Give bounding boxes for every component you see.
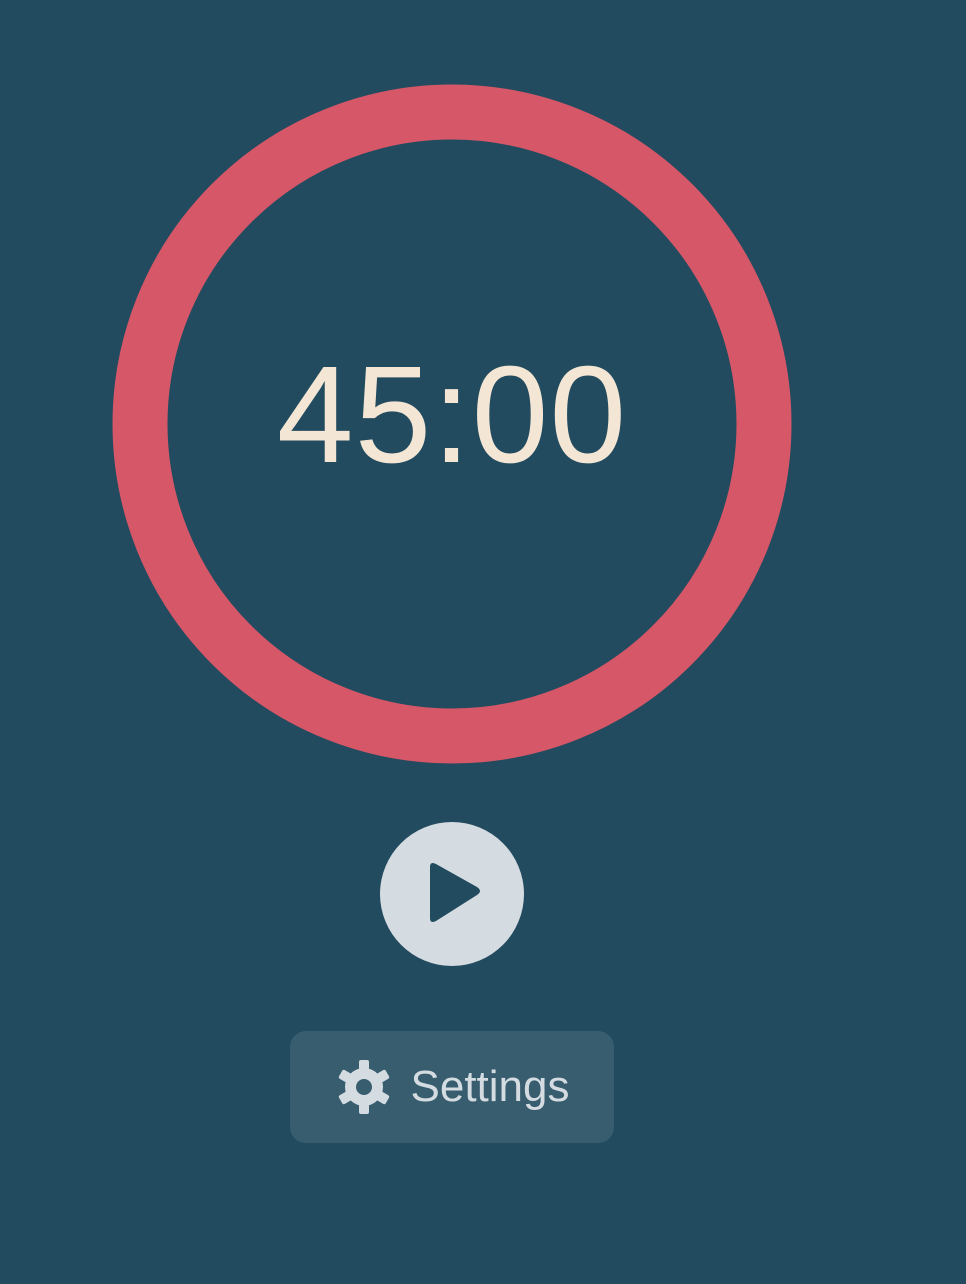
settings-label: Settings — [410, 1062, 570, 1111]
time-display: 45:00 — [276, 338, 628, 492]
settings-button[interactable]: Settings — [290, 1031, 614, 1143]
gear-icon — [335, 1058, 393, 1116]
play-icon — [422, 861, 482, 927]
play-button[interactable] — [380, 822, 524, 966]
